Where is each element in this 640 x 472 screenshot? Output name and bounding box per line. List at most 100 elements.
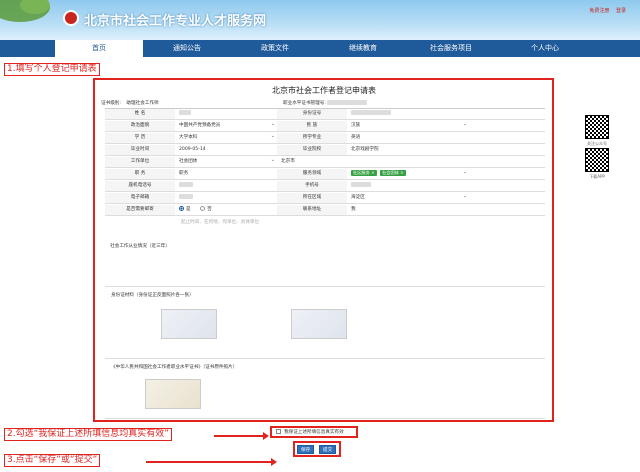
mobile-value-redacted — [351, 182, 371, 187]
form-row-education: 学 历 大学本科 所学专业 英语 — [105, 132, 545, 144]
label-ethnicity: 民 族 — [277, 121, 347, 131]
label-idcard: 身份证号 — [277, 109, 347, 119]
label-name: 姓 名 — [105, 109, 175, 119]
idcard-value-redacted — [351, 110, 391, 115]
qr-code-wechat — [585, 115, 609, 139]
main-nav: 首页 通知公告 政策文件 继续教育 社会服务项目 个人中心 — [0, 40, 640, 57]
nav-notices[interactable]: 通知公告 — [143, 40, 231, 57]
annotation-step1: 1.填写个人登记申请表 — [4, 63, 100, 76]
form-row-graduation: 毕业时间 2009-05-14 毕业院校 北京戏剧学院 — [105, 145, 545, 156]
label-email: 电子邮箱 — [105, 193, 175, 203]
mail-no-radio[interactable] — [200, 206, 206, 211]
email-value-redacted — [179, 194, 193, 199]
mail-no-label: 否 — [207, 207, 212, 212]
mail-yes-label: 是 — [186, 207, 191, 212]
label-idcard-upload: 身份证材料（身份证正反面照片各一张） — [111, 293, 194, 298]
arrow-step3 — [146, 458, 277, 466]
form-row-name: 姓 名 身份证号 — [105, 109, 545, 120]
form-grid: 姓 名 身份证号 政治面貌 中国共产党预备党员 民 族 汉族 学 历 大学本科 … — [105, 108, 545, 419]
qr-caption-wechat: 关注公众号 — [587, 141, 607, 146]
annotation-step2: 2.勾选“我保证上述所填信息均真实有效” — [4, 428, 172, 441]
service-area-select[interactable]: 社区服务 × 社会团体 × — [349, 168, 469, 178]
label-work-experience: 社会工作从业情况（近三年） — [110, 244, 170, 249]
qr-code-app — [585, 148, 609, 172]
label-major: 所学专业 — [277, 133, 347, 143]
label-landline: 座机电话号 — [105, 181, 175, 191]
label-political: 政治面貌 — [105, 121, 175, 131]
site-logo — [63, 10, 79, 26]
submit-button[interactable]: 提交 — [319, 445, 337, 454]
label-education: 学 历 — [105, 133, 175, 143]
label-service-area: 服务领域 — [277, 169, 347, 179]
label-position: 职 务 — [105, 169, 175, 179]
form-row-email: 电子邮箱 所在区域 海淀区 — [105, 192, 545, 204]
mobile-field[interactable] — [349, 182, 469, 190]
label-district: 所在区域 — [277, 193, 347, 203]
meta-cert-value — [327, 100, 368, 105]
registration-form: 北京市社会工作者登记申请表 证书级别: 助理社会工作师 职业水平证书管理号: 姓… — [95, 80, 553, 420]
idcard-field[interactable] — [349, 110, 469, 118]
guarantee-checkbox[interactable] — [276, 429, 281, 434]
annotation-step3: 3.点击“保存”或“提交” — [4, 454, 101, 467]
save-button[interactable]: 保存 — [297, 445, 315, 454]
qr-caption-app: 下载APP — [589, 174, 605, 179]
work-experience-textarea[interactable]: 起止时间、在何地、何单位、具体单位 — [179, 219, 519, 227]
site-title: 北京市社会工作专业人才服务网 — [84, 14, 267, 29]
email-field[interactable] — [177, 194, 277, 202]
form-row-position: 职 务 职务 服务领域 社区服务 × 社会团体 × — [105, 168, 545, 180]
meta-level-label: 证书级别: — [101, 101, 121, 106]
meta-level-value: 助理社会工作师 — [126, 101, 159, 106]
name-value-redacted — [179, 110, 191, 115]
address-field[interactable]: 我 — [349, 206, 469, 214]
nav-policies[interactable]: 政策文件 — [231, 40, 319, 57]
login-link[interactable]: 登录 — [616, 8, 626, 14]
grad-date-field[interactable]: 2009-05-14 — [177, 146, 277, 154]
nav-home[interactable]: 首页 — [55, 40, 143, 57]
landline-value-redacted — [179, 182, 193, 187]
guarantee-label: 我保证上述所填信息真实有效 — [284, 430, 344, 435]
form-title: 北京市社会工作者登记申请表 — [272, 86, 376, 95]
register-link[interactable]: 免费注册 — [589, 8, 609, 14]
label-cert-upload: 《中华人民共和国社会工作者职业水平证书》（证书原件照片） — [111, 365, 238, 370]
label-grad-date: 毕业时间 — [105, 145, 175, 155]
form-row-mail: 是否需要邮寄 是 否 联系地址 我 — [105, 205, 545, 216]
school-field[interactable]: 北京戏剧学院 — [349, 146, 469, 154]
landline-field[interactable] — [177, 182, 277, 190]
meta-cert-label: 职业水平证书管理号: — [283, 101, 326, 106]
label-mobile: 手机号 — [277, 181, 347, 191]
education-select[interactable]: 大学本科 — [177, 132, 277, 142]
meta-level: 证书级别: 助理社会工作师 — [101, 100, 159, 106]
mail-radio-group: 是 否 — [177, 206, 277, 214]
nav-personal-center[interactable]: 个人中心 — [495, 40, 595, 57]
name-field[interactable] — [177, 110, 277, 118]
cert-upload-row: 《中华人民共和国社会工作者职业水平证书》（证书原件照片） — [105, 361, 545, 419]
form-row-political: 政治面貌 中国共产党预备党员 民 族 汉族 — [105, 120, 545, 132]
header-links: 免费注册 登录 — [584, 7, 626, 14]
label-employer: 工作单位 — [105, 157, 175, 167]
service-tag-social-group[interactable]: 社会团体 × — [380, 170, 406, 176]
idcard-upload-row: 身份证材料（身份证正反面照片各一张） — [105, 289, 545, 359]
mail-yes-radio[interactable] — [179, 206, 184, 211]
district-select[interactable]: 海淀区 — [349, 192, 469, 202]
position-field[interactable]: 职务 — [177, 170, 277, 178]
employer-select[interactable]: 社会团体 — [177, 156, 277, 166]
site-header: 北京市社会工作专业人才服务网 免费注册 登录 — [0, 0, 640, 40]
certificate-image[interactable] — [145, 379, 201, 409]
nav-education[interactable]: 继续教育 — [319, 40, 407, 57]
work-experience-row: 社会工作从业情况（近三年） 起止时间、在何地、何单位、具体单位 — [105, 217, 545, 287]
idcard-front-image[interactable] — [161, 309, 217, 339]
idcard-back-image[interactable] — [291, 309, 347, 339]
nav-projects[interactable]: 社会服务项目 — [407, 40, 495, 57]
label-school: 毕业院校 — [277, 145, 347, 155]
political-select[interactable]: 中国共产党预备党员 — [177, 120, 277, 130]
employer-city[interactable]: 北京市 — [279, 158, 379, 166]
ethnicity-select[interactable]: 汉族 — [349, 120, 469, 130]
label-address: 联系地址 — [277, 205, 347, 215]
service-tag-community[interactable]: 社区服务 × — [351, 170, 377, 176]
form-row-phone: 座机电话号 手机号 — [105, 181, 545, 192]
meta-cert-no: 职业水平证书管理号: — [283, 100, 368, 106]
major-field[interactable]: 英语 — [349, 134, 469, 142]
label-need-mail: 是否需要邮寄 — [105, 205, 175, 215]
arrow-step2 — [214, 432, 269, 440]
form-row-employer: 工作单位 社会团体 北京市 — [105, 156, 545, 168]
